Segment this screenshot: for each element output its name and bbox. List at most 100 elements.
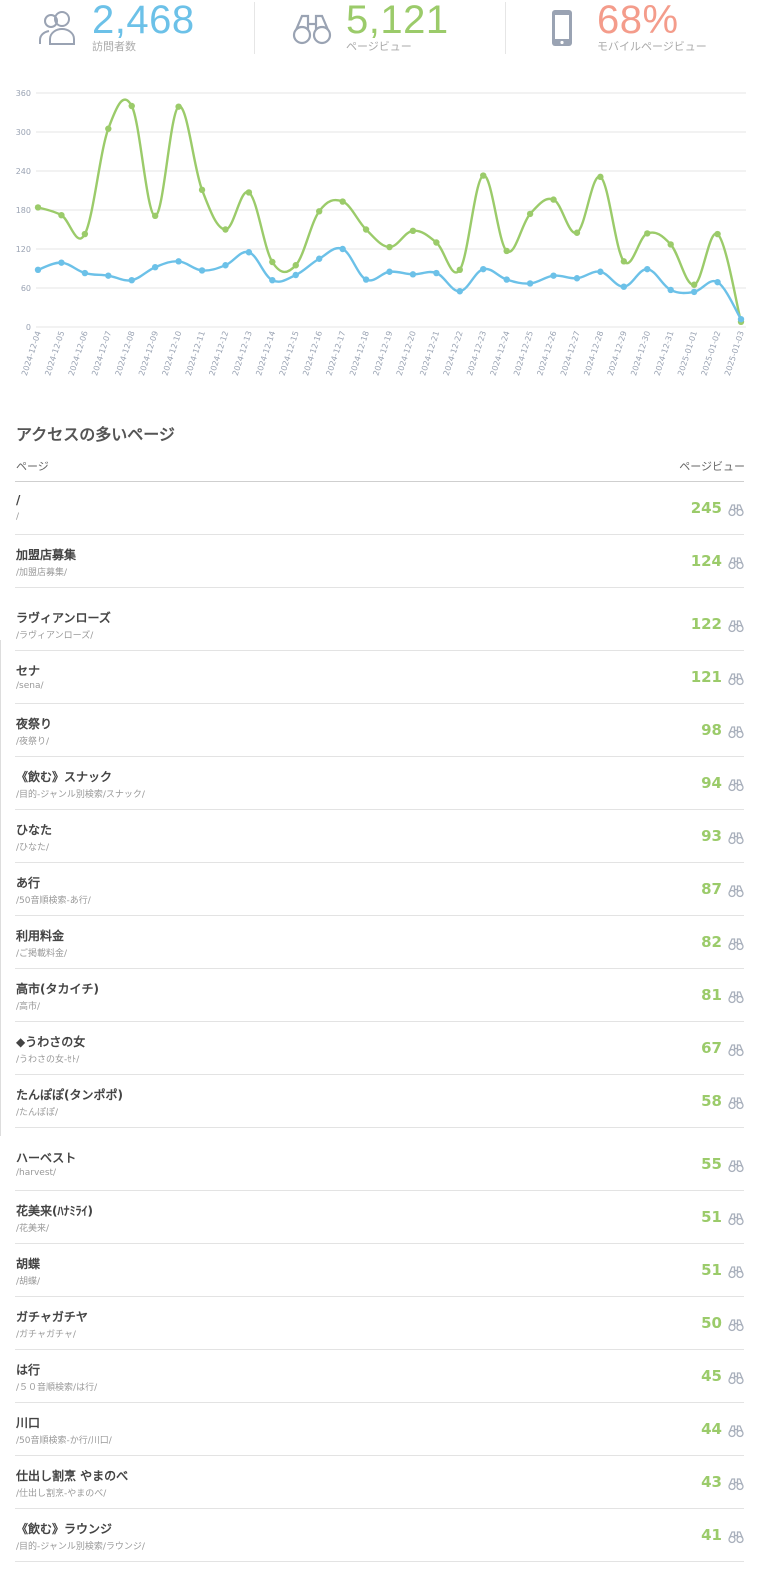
- page-title-link[interactable]: 仕出し割烹 やまのべ: [16, 1467, 128, 1484]
- visitors-point: [644, 265, 651, 273]
- table-row[interactable]: は行/５０音順検索/は行/45: [15, 1350, 744, 1403]
- table-row[interactable]: 胡蝶/胡蝶/51: [15, 1244, 744, 1297]
- pageviews-point: [175, 103, 182, 110]
- visitors-point: [34, 266, 42, 273]
- table-row[interactable]: ガチャガチヤ/ガチャガチャ/50: [15, 1297, 744, 1350]
- page-path: /ガチャガチャ/: [16, 1330, 76, 1340]
- page-path: /目的-ジャンル別検索/スナック/: [16, 790, 145, 800]
- page-title-link[interactable]: 高市(タカイチ): [16, 980, 99, 997]
- table-row[interactable]: セナ/sena/121: [15, 651, 744, 704]
- table-row[interactable]: ハーベスト/harvest/55: [15, 1138, 744, 1191]
- table-row[interactable]: 加盟店募集/加盟店募集/124: [15, 535, 744, 588]
- x-tick-label: 2024-12-29: [606, 330, 629, 377]
- table-row[interactable]: 仕出し割烹 やまのべ/仕出し割烹-やまのべ/43: [15, 1456, 744, 1509]
- page-path: /夜祭り/: [16, 737, 50, 747]
- binoculars-icon: [292, 14, 332, 45]
- page-title-link[interactable]: ガチャガチヤ: [16, 1308, 88, 1325]
- chart-series: [34, 98, 745, 325]
- y-axis-ticks: 0 60 120 180 240 300 360: [16, 89, 31, 332]
- page-path: /ラヴィアンローズ/: [16, 631, 94, 641]
- pageviews-point: [151, 212, 159, 220]
- binoculars-icon: [728, 724, 744, 739]
- pageviews-point: [409, 227, 417, 234]
- visitors-point: [198, 267, 206, 274]
- y-tick-label: 360: [16, 89, 31, 98]
- x-tick-label: 2025-01-02: [700, 330, 723, 377]
- table-row[interactable]: 《飲む》ラウンジ/目的-ジャンル別検索/ラウンジ/41: [15, 1509, 744, 1562]
- pageviews-point: [58, 212, 65, 219]
- pageview-count: 94: [701, 774, 722, 792]
- page-path: /高市/: [16, 1002, 41, 1012]
- pageview-count: 87: [701, 880, 722, 898]
- x-tick-label: 2024-12-17: [325, 330, 348, 377]
- x-tick-label: 2024-12-07: [90, 330, 113, 377]
- page-title-link[interactable]: 花美来(ﾊﾅﾐﾗｲ): [16, 1202, 93, 1219]
- binoculars-icon: [728, 618, 744, 633]
- page-title-link[interactable]: 加盟店募集: [16, 546, 76, 563]
- x-tick-label: 2024-12-30: [629, 330, 652, 377]
- pageviews-point: [526, 210, 534, 218]
- table-row[interactable]: ラヴィアンローズ/ラヴィアンローズ/122: [15, 598, 744, 651]
- stat-label: ページビュー: [346, 40, 412, 53]
- table-row[interactable]: 《飲む》スナック/目的-ジャンル別検索/スナック/94: [15, 757, 744, 810]
- table-row[interactable]: 川口/50音順検索-か行/川口/44: [15, 1403, 744, 1456]
- page-title-link[interactable]: たんぽぽ(タンポポ): [16, 1086, 123, 1103]
- page-title-link[interactable]: ハーベスト: [16, 1149, 76, 1166]
- table-row[interactable]: 花美来(ﾊﾅﾐﾗｲ) /花美来/51: [15, 1191, 744, 1244]
- page-path: /50音順検索-か行/川口/: [16, 1436, 112, 1446]
- visitors-point: [269, 277, 276, 284]
- visitors-point: [151, 264, 159, 271]
- page-title-link[interactable]: 夜祭り: [16, 715, 52, 732]
- visitors-point: [292, 271, 299, 279]
- x-tick-label: 2024-12-04: [20, 330, 43, 377]
- visitors-point: [456, 288, 463, 295]
- page-title-link[interactable]: /: [16, 493, 20, 507]
- pageview-count: 124: [690, 552, 722, 570]
- pageviews-point: [667, 241, 674, 248]
- x-tick-label: 2024-12-23: [465, 330, 488, 377]
- table-row[interactable]: ◆うわさの女/うわさの女-ｾﾄ/67: [15, 1022, 744, 1075]
- table-row[interactable]: 利用料金/ご掲載料金/82: [15, 916, 744, 969]
- pageviews-point: [198, 186, 206, 194]
- binoculars-icon: [728, 1264, 744, 1279]
- page-path: /: [16, 512, 20, 522]
- table-row[interactable]: 夜祭り/夜祭り/98: [15, 704, 744, 757]
- pageviews-point: [292, 262, 299, 269]
- page-path: /花美来/: [16, 1224, 50, 1234]
- pageviews-point: [81, 230, 89, 238]
- table-row[interactable]: あ行/50音順検索-あ行/87: [15, 863, 744, 916]
- binoculars-icon: [728, 989, 744, 1004]
- table-row[interactable]: 高市(タカイチ) /高市/81: [15, 969, 744, 1022]
- page-path: /５０音順検索/は行/: [16, 1383, 98, 1393]
- page-title-link[interactable]: あ行: [16, 874, 40, 891]
- visitors-point: [245, 249, 253, 256]
- pageview-count: 45: [701, 1367, 722, 1385]
- x-tick-label: 2024-12-08: [114, 330, 137, 377]
- page-title-link[interactable]: は行: [16, 1361, 40, 1378]
- binoculars-icon: [728, 1317, 744, 1332]
- page-title-link[interactable]: ひなた: [16, 821, 52, 838]
- page-title-link[interactable]: 利用料金: [16, 927, 64, 944]
- table-row[interactable]: たんぽぽ(タンポポ) /たんぽぽ/58: [15, 1075, 744, 1128]
- table-row[interactable]: / / 245: [15, 482, 744, 535]
- page-title-link[interactable]: セナ: [16, 662, 40, 679]
- pageviews-point: [644, 230, 651, 237]
- page-path: /たんぽぽ/: [16, 1108, 59, 1118]
- pageview-count: 81: [701, 986, 722, 1004]
- x-tick-label: 2025-01-03: [723, 330, 746, 377]
- page-title-link[interactable]: ◆うわさの女: [16, 1033, 85, 1050]
- page-title-link[interactable]: 胡蝶: [16, 1255, 40, 1272]
- page-title-link[interactable]: 《飲む》スナック: [16, 768, 112, 785]
- x-tick-label: 2024-12-20: [395, 330, 418, 377]
- pageviews-point: [245, 189, 253, 196]
- page-title-link[interactable]: 《飲む》ラウンジ: [16, 1520, 112, 1537]
- pageviews-point: [269, 258, 276, 266]
- page-title-link[interactable]: ラヴィアンローズ: [16, 609, 111, 626]
- column-header-pageviews: ページビュー: [679, 460, 745, 473]
- pageview-count: 98: [701, 721, 722, 739]
- page-path: /sena/: [16, 681, 44, 691]
- table-row[interactable]: ひなた/ひなた/93: [15, 810, 744, 863]
- binoculars-icon: [728, 1211, 744, 1226]
- x-tick-label: 2025-01-01: [676, 330, 699, 377]
- page-title-link[interactable]: 川口: [16, 1414, 40, 1431]
